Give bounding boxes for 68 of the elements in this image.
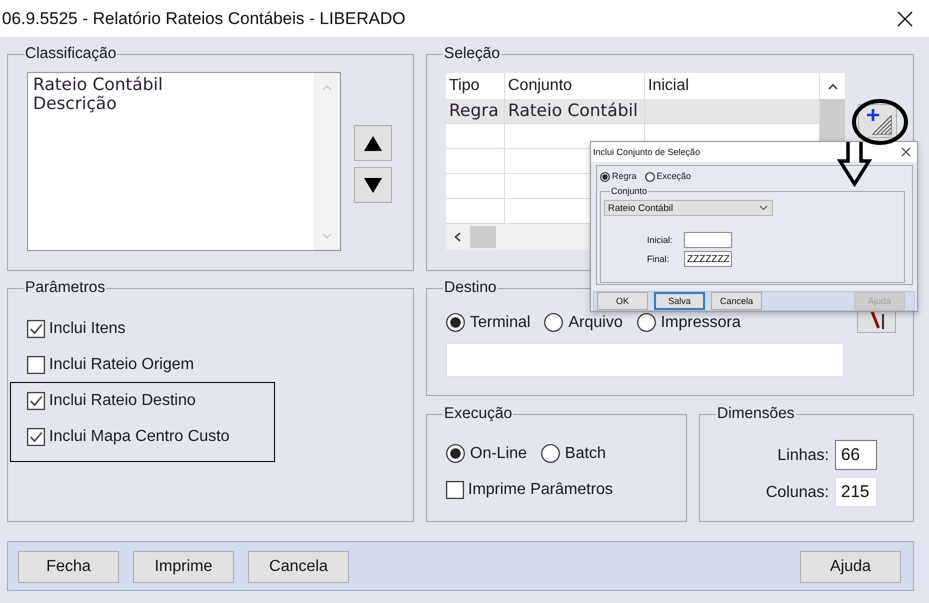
group-title: Parâmetros bbox=[24, 279, 106, 297]
field-label: Inicial: bbox=[647, 235, 674, 245]
text-field[interactable] bbox=[684, 232, 732, 248]
text-field[interactable]: 66 bbox=[835, 440, 877, 470]
text-field[interactable]: ZZZZZZZ bbox=[684, 251, 732, 267]
radio-label: Exceção bbox=[656, 171, 692, 182]
list-item[interactable]: Descrição bbox=[33, 95, 117, 114]
radio-label: Impressora bbox=[660, 313, 741, 332]
triangle-up-icon bbox=[363, 134, 383, 152]
table-cell: Rateio Contábil bbox=[505, 99, 645, 123]
text-field[interactable]: 215 bbox=[835, 477, 877, 507]
radio-button[interactable] bbox=[644, 172, 655, 182]
radio-label: Arquivo bbox=[568, 313, 623, 332]
triangle-down-icon bbox=[363, 176, 383, 194]
group-title: Classificação bbox=[24, 45, 118, 63]
radio-label: Regra bbox=[612, 171, 637, 182]
action-button[interactable]: Ajuda bbox=[800, 551, 901, 583]
field-label: Colunas: bbox=[766, 482, 829, 502]
radio-button[interactable] bbox=[446, 313, 465, 332]
chevron-left-icon[interactable] bbox=[454, 232, 461, 242]
table-cell: Regra bbox=[446, 99, 505, 123]
checkbox-label: Imprime Parâmetros bbox=[468, 480, 613, 499]
window-title: 06.9.5525 - Relatório Rateios Contábeis - LIBERADO bbox=[2, 8, 406, 28]
checkbox[interactable] bbox=[27, 428, 45, 446]
checkbox-label: Inclui Mapa Centro Custo bbox=[49, 427, 230, 446]
field-label: Final: bbox=[647, 254, 670, 264]
radio-label: Batch bbox=[564, 444, 606, 463]
radio-button[interactable] bbox=[540, 444, 560, 463]
chevron-up-icon[interactable] bbox=[828, 82, 838, 90]
dialog-title: Inclui Conjunto de Seleção bbox=[593, 146, 700, 158]
checkbox-label: Inclui Rateio Destino bbox=[49, 391, 196, 410]
radio-button[interactable] bbox=[446, 444, 465, 463]
scroll-thumb[interactable] bbox=[470, 226, 496, 248]
slash-icon bbox=[870, 309, 884, 329]
group-title: Seleção bbox=[443, 45, 502, 63]
close-icon[interactable] bbox=[901, 147, 911, 157]
close-icon[interactable] bbox=[897, 10, 913, 26]
radio-label: Terminal bbox=[470, 313, 530, 332]
action-button[interactable]: Cancela bbox=[248, 551, 349, 583]
radio-label: On-Line bbox=[470, 444, 527, 463]
checkbox[interactable] bbox=[27, 356, 45, 374]
radio-button[interactable] bbox=[544, 313, 564, 332]
action-button[interactable]: Imprime bbox=[133, 551, 234, 583]
group-title: Destino bbox=[443, 279, 498, 297]
checkbox[interactable] bbox=[27, 392, 45, 410]
move-up-button[interactable] bbox=[354, 125, 392, 161]
chevron-down-icon[interactable] bbox=[759, 205, 768, 211]
radio-button[interactable] bbox=[600, 172, 610, 182]
listbox[interactable]: Rateio Contábil Descrição bbox=[27, 72, 341, 251]
table-row[interactable]: Regra Rateio Contábil bbox=[446, 99, 820, 124]
field-label: Linhas: bbox=[777, 446, 829, 464]
annotation-circle bbox=[852, 99, 908, 145]
dialog-button[interactable]: Cancela bbox=[711, 292, 762, 310]
dropdown[interactable]: Rateio Contábil bbox=[604, 200, 773, 216]
radio-button[interactable] bbox=[636, 313, 656, 332]
action-button[interactable]: Fecha bbox=[18, 551, 119, 583]
group-title: Dimensões bbox=[716, 405, 796, 423]
dialog-button[interactable]: OK bbox=[597, 292, 648, 310]
add-button[interactable] bbox=[858, 104, 897, 138]
checkbox-label: Inclui Itens bbox=[49, 319, 126, 338]
move-down-button[interactable] bbox=[354, 167, 392, 203]
dialog-button[interactable]: Salva bbox=[654, 292, 705, 310]
checkbox-label: Inclui Rateio Origem bbox=[49, 355, 194, 374]
group-title: Execução bbox=[443, 405, 514, 423]
checkbox[interactable] bbox=[27, 320, 45, 338]
group-title: Conjunto bbox=[610, 186, 648, 196]
checkbox[interactable] bbox=[446, 480, 464, 498]
list-item[interactable]: Rateio Contábil bbox=[33, 76, 163, 95]
